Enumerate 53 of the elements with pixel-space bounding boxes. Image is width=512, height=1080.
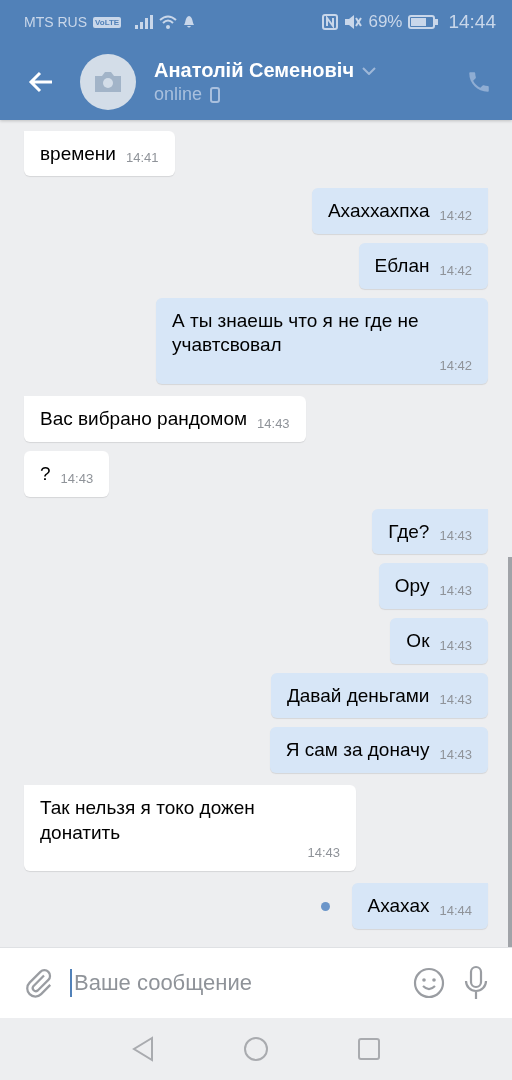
online-status: online bbox=[154, 84, 203, 105]
emoji-icon[interactable] bbox=[412, 966, 446, 1000]
contact-name[interactable]: Анатолій Семеновіч bbox=[154, 59, 354, 82]
message-time: 14:41 bbox=[125, 150, 159, 166]
message-text: А ты знаешь что я не где не учавтсвовал bbox=[172, 308, 420, 358]
back-nav-icon[interactable] bbox=[131, 1036, 155, 1062]
carrier-name: MTS RUS bbox=[24, 14, 87, 30]
message-time: 14:43 bbox=[257, 415, 290, 431]
camera-icon bbox=[93, 70, 123, 94]
message-composer[interactable]: Ваше сообщение bbox=[0, 947, 512, 1018]
message-text: времени bbox=[40, 141, 116, 166]
message-text: Ахаххахпха bbox=[327, 199, 430, 224]
bell-icon bbox=[183, 15, 196, 29]
message-text: Давай деньгами bbox=[286, 683, 430, 708]
message-text: Я сам за доначу bbox=[285, 738, 430, 763]
avatar[interactable] bbox=[80, 54, 136, 110]
message-text: Так нельзя я токо дожен донатить bbox=[40, 795, 256, 845]
message-text: Ахахах bbox=[367, 894, 430, 919]
message-time: 14:43 bbox=[439, 746, 472, 762]
volte-badge: VoLTE bbox=[93, 16, 122, 28]
mute-icon bbox=[344, 14, 363, 30]
home-nav-icon[interactable] bbox=[243, 1036, 269, 1062]
nfc-icon bbox=[322, 14, 339, 30]
message-text: ? bbox=[40, 461, 51, 486]
phone-device-icon bbox=[210, 86, 221, 103]
scrollbar[interactable] bbox=[508, 557, 512, 947]
message-time: 14:43 bbox=[307, 845, 340, 861]
wifi-icon bbox=[159, 15, 178, 29]
back-arrow-icon[interactable] bbox=[28, 71, 54, 93]
message-time: 14:43 bbox=[439, 637, 472, 653]
signal-icon bbox=[135, 15, 154, 29]
message-text: Ору bbox=[394, 574, 430, 599]
paperclip-icon[interactable] bbox=[24, 967, 54, 999]
message-time: 14:43 bbox=[60, 470, 94, 486]
message-time: 14:43 bbox=[439, 528, 472, 544]
message-text: Еблан bbox=[374, 254, 430, 279]
message-time: 14:43 bbox=[439, 582, 472, 598]
recents-nav-icon[interactable] bbox=[357, 1037, 381, 1061]
phone-call-icon[interactable] bbox=[466, 69, 492, 95]
message-text: Вас вибрано рандомом bbox=[40, 407, 248, 432]
chevron-down-icon[interactable] bbox=[362, 66, 376, 75]
message-time: 14:42 bbox=[439, 208, 472, 224]
message-time: 14:42 bbox=[439, 358, 472, 374]
message-time: 14:43 bbox=[439, 692, 472, 708]
clock-time: 14:44 bbox=[448, 11, 496, 33]
message-time: 14:44 bbox=[439, 903, 472, 918]
message-text: Ок bbox=[406, 628, 430, 653]
message-input[interactable]: Ваше сообщение bbox=[70, 969, 396, 997]
microphone-icon[interactable] bbox=[462, 965, 490, 1001]
battery-icon bbox=[408, 15, 439, 29]
battery-percent: 69% bbox=[368, 12, 403, 32]
message-text: Где? bbox=[388, 519, 430, 544]
message-time: 14:42 bbox=[439, 262, 472, 278]
